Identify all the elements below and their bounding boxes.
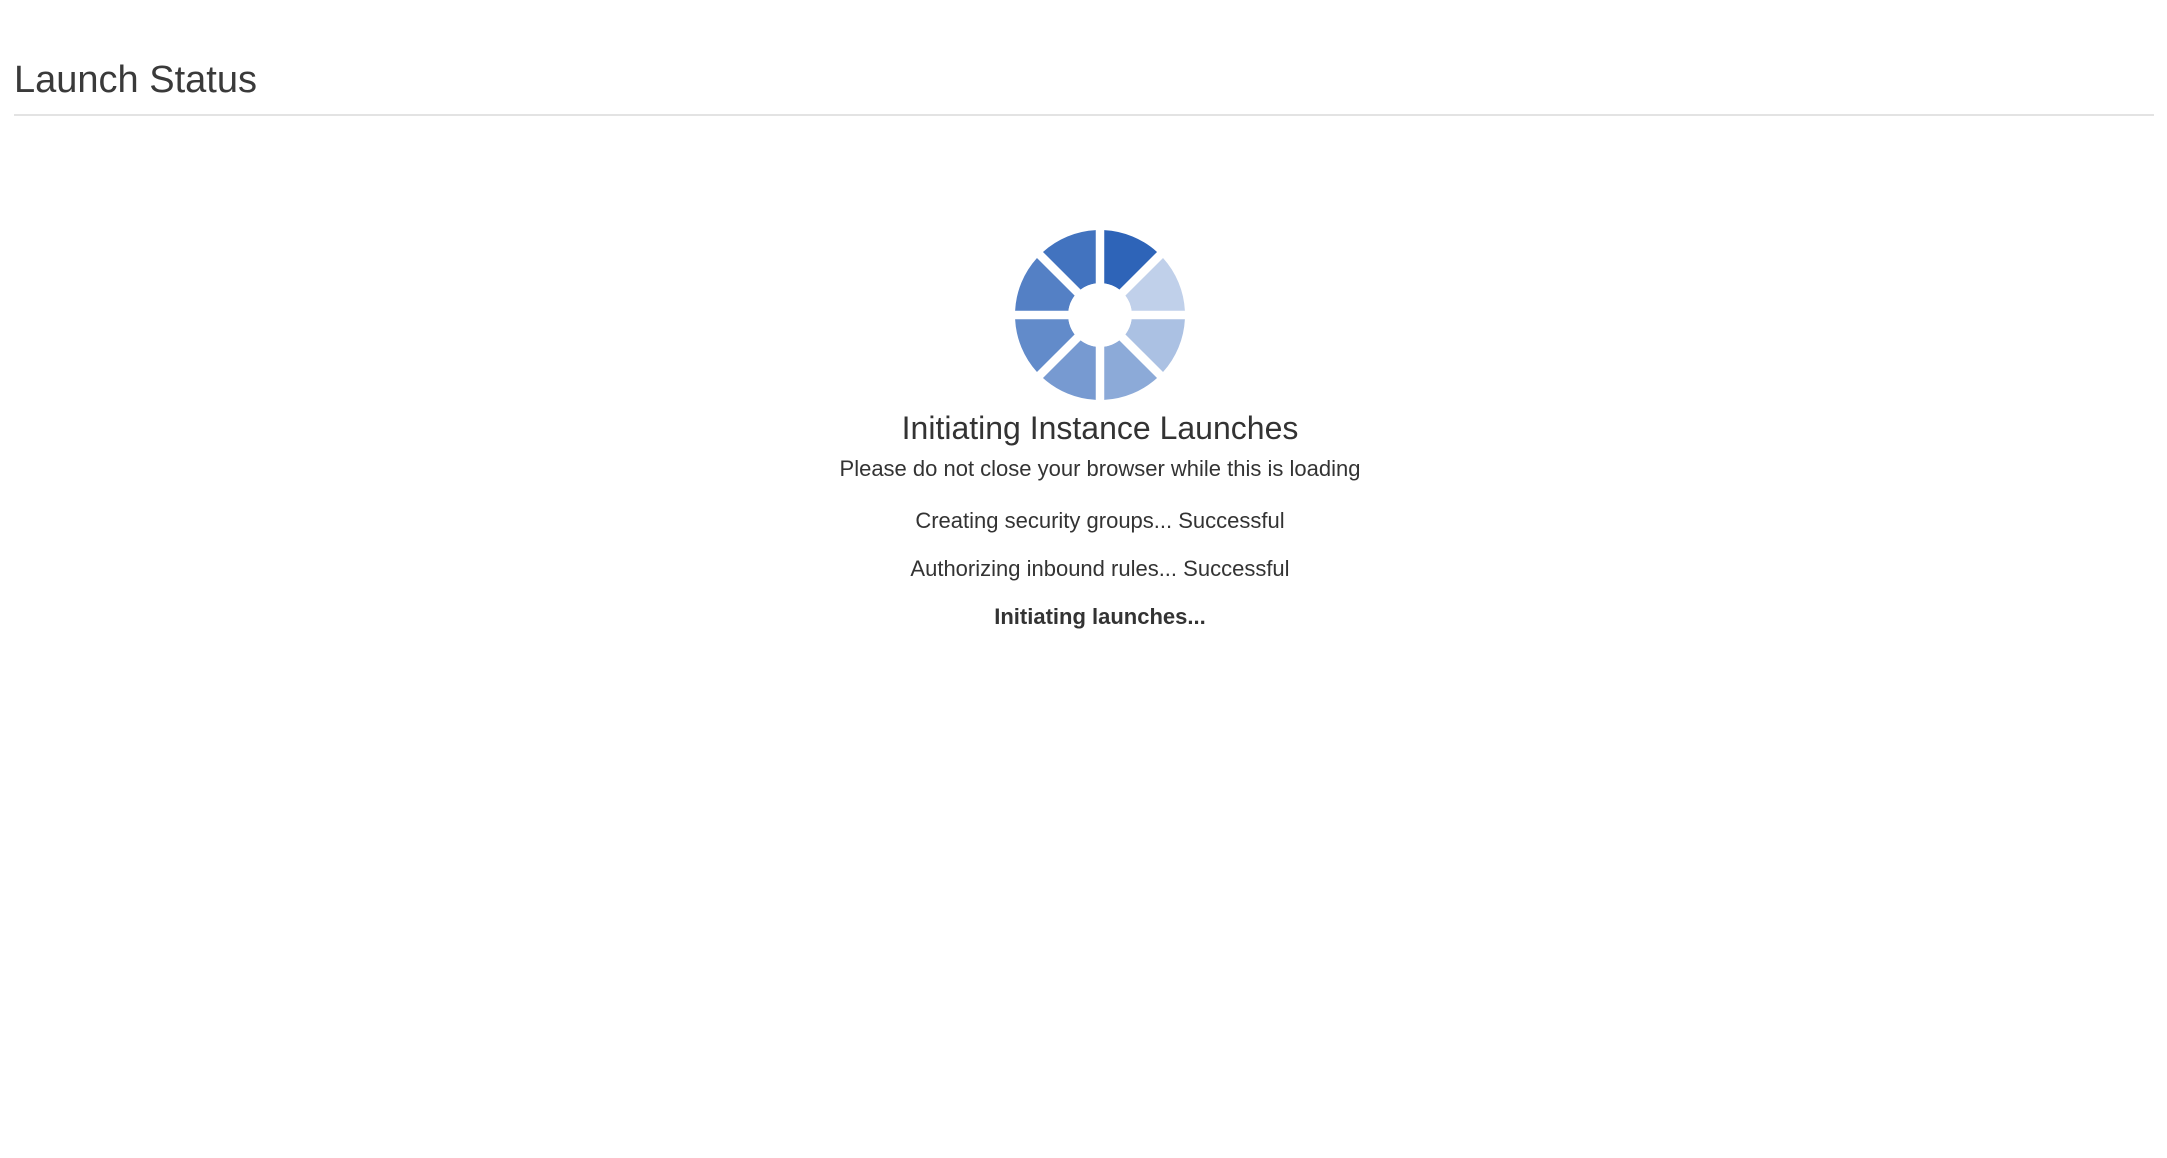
- launch-step-security-groups: Creating security groups... Successful: [0, 506, 2167, 536]
- status-heading: Initiating Instance Launches: [901, 410, 1299, 446]
- launch-status-page: Launch Status Initiating Instance Launch…: [0, 0, 2167, 1158]
- spinner-center: [1068, 283, 1132, 347]
- page-title: Launch Status: [14, 59, 257, 101]
- launch-status-panel: Initiating Instance Launches Please do n…: [0, 230, 2167, 650]
- loading-spinner-icon: [1015, 230, 1185, 400]
- page-header: Launch Status: [14, 50, 2154, 116]
- step-result: Successful: [1178, 508, 1285, 533]
- status-subtitle: Please do not close your browser while t…: [839, 456, 1361, 481]
- launch-step-inbound-rules: Authorizing inbound rules... Successful: [0, 554, 2167, 584]
- step-label: Authorizing inbound rules...: [910, 556, 1178, 581]
- launch-step-initiating: Initiating launches...: [0, 602, 2167, 632]
- step-label: Initiating launches...: [994, 604, 1206, 629]
- step-result: Successful: [1183, 556, 1290, 581]
- step-label: Creating security groups...: [915, 508, 1173, 533]
- launch-step-list: Creating security groups... Successful A…: [0, 506, 2167, 632]
